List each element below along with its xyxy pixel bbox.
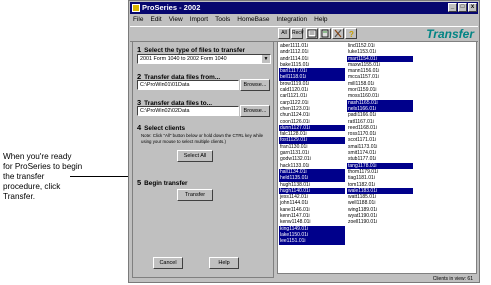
all-view-button[interactable]: All: [278, 28, 290, 39]
help-button[interactable]: Help: [209, 257, 239, 269]
step-5-label: 5 Begin transfer: [137, 178, 188, 187]
menu-edit[interactable]: Edit: [150, 15, 161, 25]
rec-view-button[interactable]: Rec#: [291, 28, 304, 39]
browse-source-button[interactable]: Browse...: [240, 79, 270, 91]
proseries-window: ProSeries - 2002 _ □ x File Edit View Im…: [128, 0, 480, 283]
step-1-label: 1 Select the type of files to transfer: [137, 45, 246, 54]
transfer-heading: Transfer: [426, 27, 474, 41]
browse-destination-button[interactable]: Browse...: [240, 105, 270, 117]
client-list-column-1: aber1111.01i andr1112.01i andr1114.01i bake…: [279, 43, 345, 245]
calculator-icon[interactable]: [319, 28, 331, 39]
select-all-button[interactable]: Select All: [177, 150, 213, 162]
destination-folder-field[interactable]: C:\ProWin02\02Data: [137, 106, 239, 116]
client-list-column-2: lind1152.01i luke1153.01i mart1154.01i maxw…: [347, 43, 413, 226]
menu-help[interactable]: Help: [314, 15, 327, 25]
transfer-options-panel: 1 Select the type of files to transfer 20…: [132, 41, 274, 278]
dropdown-arrow-icon: ▼: [262, 55, 270, 63]
open-return-icon[interactable]: [306, 28, 318, 39]
menu-tools[interactable]: Tools: [215, 15, 230, 25]
client-file-item[interactable]: zoell1190.01i: [347, 219, 413, 225]
minimize-button[interactable]: _: [448, 3, 457, 12]
menu-import[interactable]: Import: [190, 15, 208, 25]
menu-view[interactable]: View: [169, 15, 183, 25]
window-title: ProSeries - 2002: [142, 3, 201, 12]
menu-file[interactable]: File: [133, 15, 143, 25]
close-button[interactable]: x: [468, 3, 477, 12]
cancel-button[interactable]: Cancel: [153, 257, 183, 269]
callout-leader-line: [70, 176, 128, 177]
svg-text:?: ?: [349, 30, 354, 38]
client-file-item[interactable]: lee1151.01i: [279, 238, 345, 245]
tools-icon[interactable]: [332, 28, 344, 39]
help-question-icon[interactable]: ?: [345, 28, 357, 39]
step-4-label: 4 Select clients: [137, 123, 186, 132]
callout-text: When you're ready for ProSeries to begin…: [3, 152, 83, 201]
source-folder-field[interactable]: C:\ProWin01\01Data: [137, 80, 239, 90]
select-clients-note: Note: Click "All" button below or hold d…: [141, 133, 264, 144]
transfer-button[interactable]: Transfer: [177, 189, 213, 201]
title-bar: ProSeries - 2002 _ □ x: [130, 2, 478, 14]
menu-integration[interactable]: Integration: [276, 15, 307, 25]
toolbar: All Rec# ? Transfer: [130, 26, 478, 42]
clients-in-view: Clients in view: 61: [432, 276, 473, 282]
app-icon: [132, 4, 140, 12]
status-bar: Clients in view: 61: [277, 275, 477, 283]
menu-homebase[interactable]: HomeBase: [237, 15, 269, 25]
menu-bar: File Edit View Import Tools HomeBase Int…: [130, 15, 478, 25]
client-file-list[interactable]: aber1111.01i andr1112.01i andr1114.01i bake…: [277, 41, 477, 274]
maximize-button[interactable]: □: [458, 3, 467, 12]
file-type-select[interactable]: 2001 Form 1040 to 2002 Form 1040 ▼: [137, 54, 271, 64]
